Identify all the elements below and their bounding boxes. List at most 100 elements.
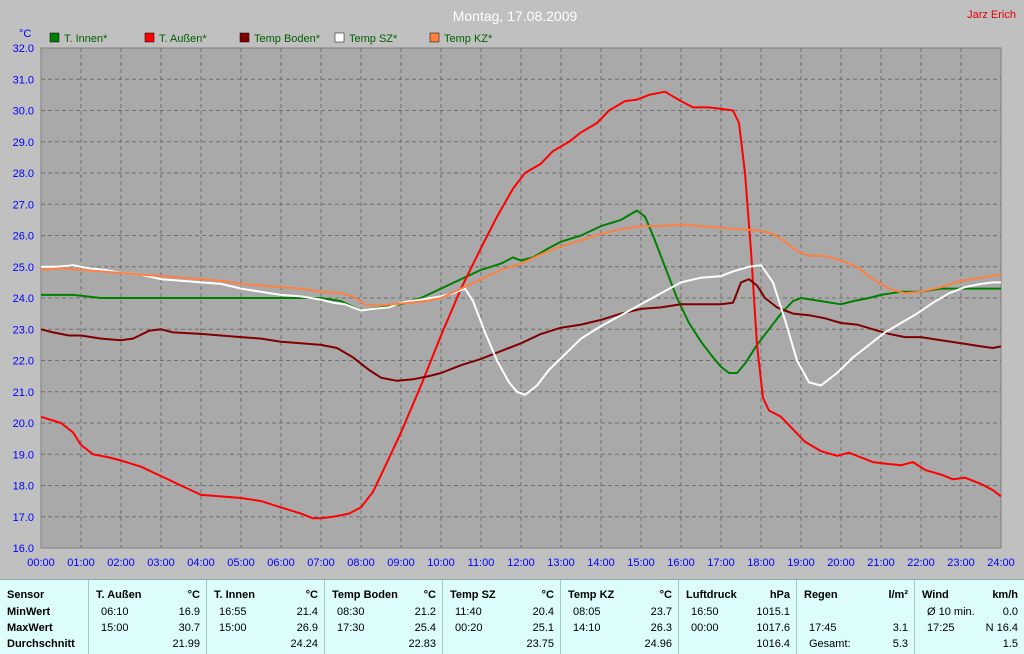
stats-row-labels: Sensor MinWert MaxWert Durchschnitt	[0, 580, 88, 654]
legend-swatch	[49, 32, 60, 43]
stats-name: T. Innen	[214, 589, 255, 601]
stats-max: 25.4	[414, 622, 436, 634]
stats-max: 3.1	[892, 622, 908, 634]
stats-max: 26.9	[296, 622, 318, 634]
stats-avg: 1016.4	[756, 638, 790, 650]
stats-avg: 23.75	[526, 638, 554, 650]
stats-max: 1017.6	[756, 622, 790, 634]
x-tick-label: 24:00	[987, 557, 1015, 569]
row-label-sensor: Sensor	[7, 589, 45, 601]
stats-avg-label: Gesamt:	[809, 638, 851, 650]
y-tick-label: 32.0	[13, 43, 34, 55]
x-tick-label: 23:00	[947, 557, 975, 569]
y-tick-label: 20.0	[13, 418, 34, 430]
legend-swatch	[429, 32, 440, 43]
stats-name: Luftdruck	[686, 589, 737, 601]
x-tick-label: 16:00	[667, 557, 695, 569]
stats-name: Regen	[804, 589, 838, 601]
chart-title: Montag, 17.08.2009	[453, 8, 578, 24]
stats-min-time: 16:50	[691, 606, 719, 618]
stats-unit: °C	[541, 589, 554, 601]
statistics-table: Sensor MinWert MaxWert Durchschnitt T. A…	[0, 579, 1024, 654]
stats-min: 21.4	[296, 606, 318, 618]
stats-column: T. Außen °C 06:10 16.9 15:00 30.7 21.99	[88, 580, 207, 654]
legend-label: Temp KZ*	[444, 33, 493, 45]
y-tick-label: 22.0	[13, 356, 34, 368]
row-label-maxwert: MaxWert	[7, 622, 53, 634]
x-tick-label: 22:00	[907, 557, 935, 569]
x-tick-label: 07:00	[307, 557, 335, 569]
x-tick-label: 01:00	[67, 557, 95, 569]
x-tick-label: 13:00	[547, 557, 575, 569]
x-tick-label: 21:00	[867, 557, 895, 569]
y-tick-label: 30.0	[13, 106, 34, 118]
chart-author: Jarz Erich	[967, 9, 1016, 21]
x-tick-label: 12:00	[507, 557, 535, 569]
row-label-minwert: MinWert	[7, 606, 51, 618]
legend: T. Innen* T. Außen* Temp Boden* Temp SZ* Tem…	[49, 32, 493, 45]
stats-unit: hPa	[769, 589, 790, 601]
stats-avg: 5.3	[892, 638, 908, 650]
x-tick-label: 04:00	[187, 557, 215, 569]
stats-column: Wind km/h Ø 10 min. 0.0 17:25 N 16.4 1.5	[914, 580, 1024, 654]
y-tick-label: 17.0	[13, 512, 34, 524]
stats-name: Wind	[922, 589, 949, 601]
stats-min: 23.7	[650, 606, 672, 618]
stats-avg: 24.24	[290, 638, 318, 650]
stats-avg: 1.5	[1002, 638, 1018, 650]
stats-max-time: 15:00	[219, 622, 247, 634]
legend-swatch	[239, 32, 250, 43]
y-tick-label: 21.0	[13, 387, 34, 399]
stats-min-time: 08:05	[573, 606, 601, 618]
stats-max-time: 17:30	[337, 622, 365, 634]
y-axis-unit: °C	[19, 28, 31, 40]
stats-min-time: 06:10	[101, 606, 129, 618]
stats-column: Luftdruck hPa 16:50 1015.1 00:00 1017.6 1016.4	[678, 580, 797, 654]
y-tick-label: 25.0	[13, 262, 34, 274]
legend-swatch	[334, 32, 345, 43]
stats-min-time: Ø 10 min.	[927, 606, 975, 618]
stats-max-time: 14:10	[573, 622, 601, 634]
stats-max-time: 00:20	[455, 622, 483, 634]
x-tick-label: 17:00	[707, 557, 735, 569]
stats-avg: 21.99	[172, 638, 200, 650]
stats-min: 1015.1	[756, 606, 790, 618]
stats-max: N 16.4	[985, 622, 1018, 634]
y-tick-label: 16.0	[13, 543, 34, 555]
temperature-chart: Montag, 17.08.2009 Jarz Erich °C T. Inne…	[13, 8, 1016, 569]
x-tick-label: 19:00	[787, 557, 815, 569]
stats-max: 26.3	[650, 622, 672, 634]
legend-label: Temp SZ*	[349, 33, 398, 45]
y-tick-label: 28.0	[13, 168, 34, 180]
legend-label: T. Innen*	[64, 33, 108, 45]
stats-avg: 22.83	[408, 638, 436, 650]
stats-column: Temp SZ °C 11:40 20.4 00:20 25.1 23.75	[442, 580, 561, 654]
stats-min-time: 08:30	[337, 606, 365, 618]
stats-column: Temp Boden °C 08:30 21.2 17:30 25.4 22.83	[324, 580, 443, 654]
stats-max-time: 17:25	[927, 622, 955, 634]
stats-max-time: 00:00	[691, 622, 719, 634]
stats-column: Temp KZ °C 08:05 23.7 14:10 26.3 24.96	[560, 580, 679, 654]
stats-max-time: 15:00	[101, 622, 129, 634]
stats-unit: l/m²	[888, 589, 908, 601]
y-tick-label: 31.0	[13, 74, 34, 86]
stats-avg: 24.96	[644, 638, 672, 650]
stats-column: Regen l/m² 17:45 3.1 Gesamt: 5.3	[796, 580, 915, 654]
x-tick-label: 00:00	[27, 557, 55, 569]
y-tick-label: 18.0	[13, 481, 34, 493]
x-tick-label: 02:00	[107, 557, 135, 569]
y-tick-label: 27.0	[13, 199, 34, 211]
y-tick-label: 24.0	[13, 293, 34, 305]
stats-unit: °C	[659, 589, 672, 601]
x-tick-label: 05:00	[227, 557, 255, 569]
x-tick-label: 14:00	[587, 557, 615, 569]
y-tick-label: 23.0	[13, 324, 34, 336]
stats-name: Temp Boden	[332, 589, 398, 601]
x-tick-label: 18:00	[747, 557, 775, 569]
stats-min: 0.0	[1002, 606, 1018, 618]
stats-min: 21.2	[414, 606, 436, 618]
stats-name: Temp SZ	[450, 589, 496, 601]
stats-min-time: 11:40	[455, 606, 482, 618]
stats-name: T. Außen	[96, 589, 142, 601]
stats-min-time: 16:55	[219, 606, 247, 618]
